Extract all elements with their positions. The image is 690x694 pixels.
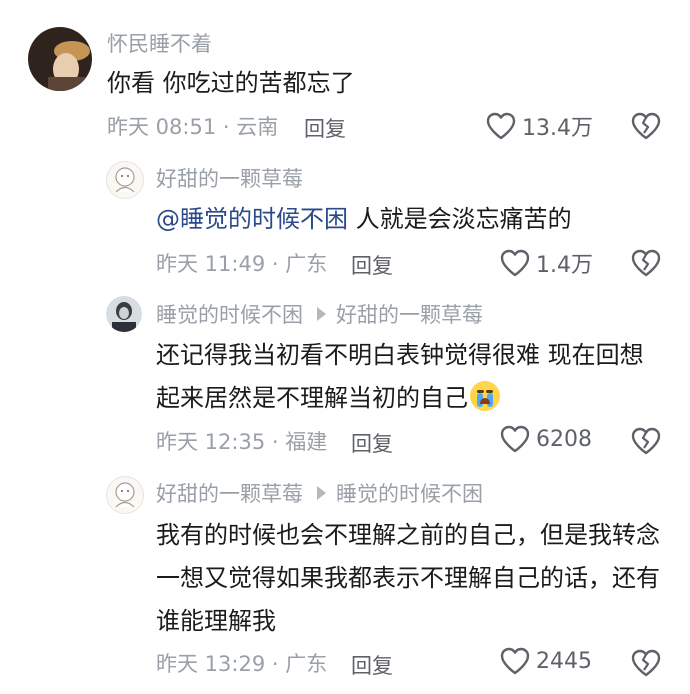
comment-author[interactable]: 好甜的一颗草莓 xyxy=(156,478,303,508)
comment-time-location: 昨天 08:51 · 云南 xyxy=(107,115,279,139)
avatar[interactable] xyxy=(106,476,144,514)
dislike-button[interactable] xyxy=(631,249,661,281)
comment-author[interactable]: 好甜的一颗草莓 xyxy=(156,163,303,193)
like-count: 1.4万 xyxy=(536,253,593,278)
loudly-crying-face-emoji xyxy=(470,381,500,411)
like-count: 2445 xyxy=(536,648,592,674)
comment-author-line: 睡觉的时候不困 好甜的一颗草莓 xyxy=(156,299,483,329)
comment-text: 还记得我当初看不明白表钟觉得很难 现在回想起来居然是不理解当初的自己 xyxy=(156,341,644,412)
reply-arrow-icon xyxy=(317,486,326,500)
comment-author[interactable]: 怀民睡不着 xyxy=(107,28,212,58)
comment-author-line: 怀民睡不着 xyxy=(107,28,212,58)
mention-link[interactable]: @睡觉的时候不困 xyxy=(156,205,348,233)
comment-time-location: 昨天 11:49 · 广东 xyxy=(156,252,328,276)
broken-heart-icon xyxy=(631,112,661,140)
broken-heart-icon xyxy=(631,649,661,677)
reply-button[interactable]: 回复 xyxy=(351,650,393,680)
avatar[interactable] xyxy=(28,27,92,91)
like-button[interactable]: 1.4万 xyxy=(500,247,593,279)
broken-heart-icon xyxy=(631,249,661,277)
avatar[interactable] xyxy=(106,161,144,199)
comment-author[interactable]: 睡觉的时候不困 xyxy=(156,299,303,329)
like-count: 13.4万 xyxy=(522,116,593,141)
comment-text: 我有的时候也会不理解之前的自己，但是我转念一想又觉得如果我都表示不理解自己的话，… xyxy=(156,521,660,635)
dislike-button[interactable] xyxy=(631,649,661,681)
comment-time-location: 昨天 12:35 · 福建 xyxy=(156,430,328,454)
reply-button[interactable]: 回复 xyxy=(351,428,393,458)
avatar[interactable] xyxy=(106,296,142,332)
dislike-button[interactable] xyxy=(631,427,661,459)
like-button[interactable]: 2445 xyxy=(500,647,592,675)
like-button[interactable]: 6208 xyxy=(500,425,592,453)
comment-author-line: 好甜的一颗草莓 睡觉的时候不困 xyxy=(156,478,483,508)
reply-arrow-icon xyxy=(317,307,326,321)
heart-outline-icon xyxy=(500,249,530,277)
comment-time-location: 昨天 13:29 · 广东 xyxy=(156,652,328,676)
comment-text: 你看 你吃过的苦都忘了 xyxy=(107,69,355,97)
heart-outline-icon xyxy=(500,647,530,675)
broken-heart-icon xyxy=(631,427,661,455)
heart-outline-icon xyxy=(486,112,516,140)
reply-target[interactable]: 好甜的一颗草莓 xyxy=(336,299,483,329)
like-count: 6208 xyxy=(536,426,592,452)
reply-button[interactable]: 回复 xyxy=(351,250,393,280)
dislike-button[interactable] xyxy=(631,112,661,144)
like-button[interactable]: 13.4万 xyxy=(486,110,593,142)
comment-author-line: 好甜的一颗草莓 xyxy=(156,163,303,193)
heart-outline-icon xyxy=(500,425,530,453)
reply-button[interactable]: 回复 xyxy=(304,113,346,143)
comment-text: @睡觉的时候不困 人就是会淡忘痛苦的 xyxy=(156,205,572,233)
reply-target[interactable]: 睡觉的时候不困 xyxy=(336,478,483,508)
